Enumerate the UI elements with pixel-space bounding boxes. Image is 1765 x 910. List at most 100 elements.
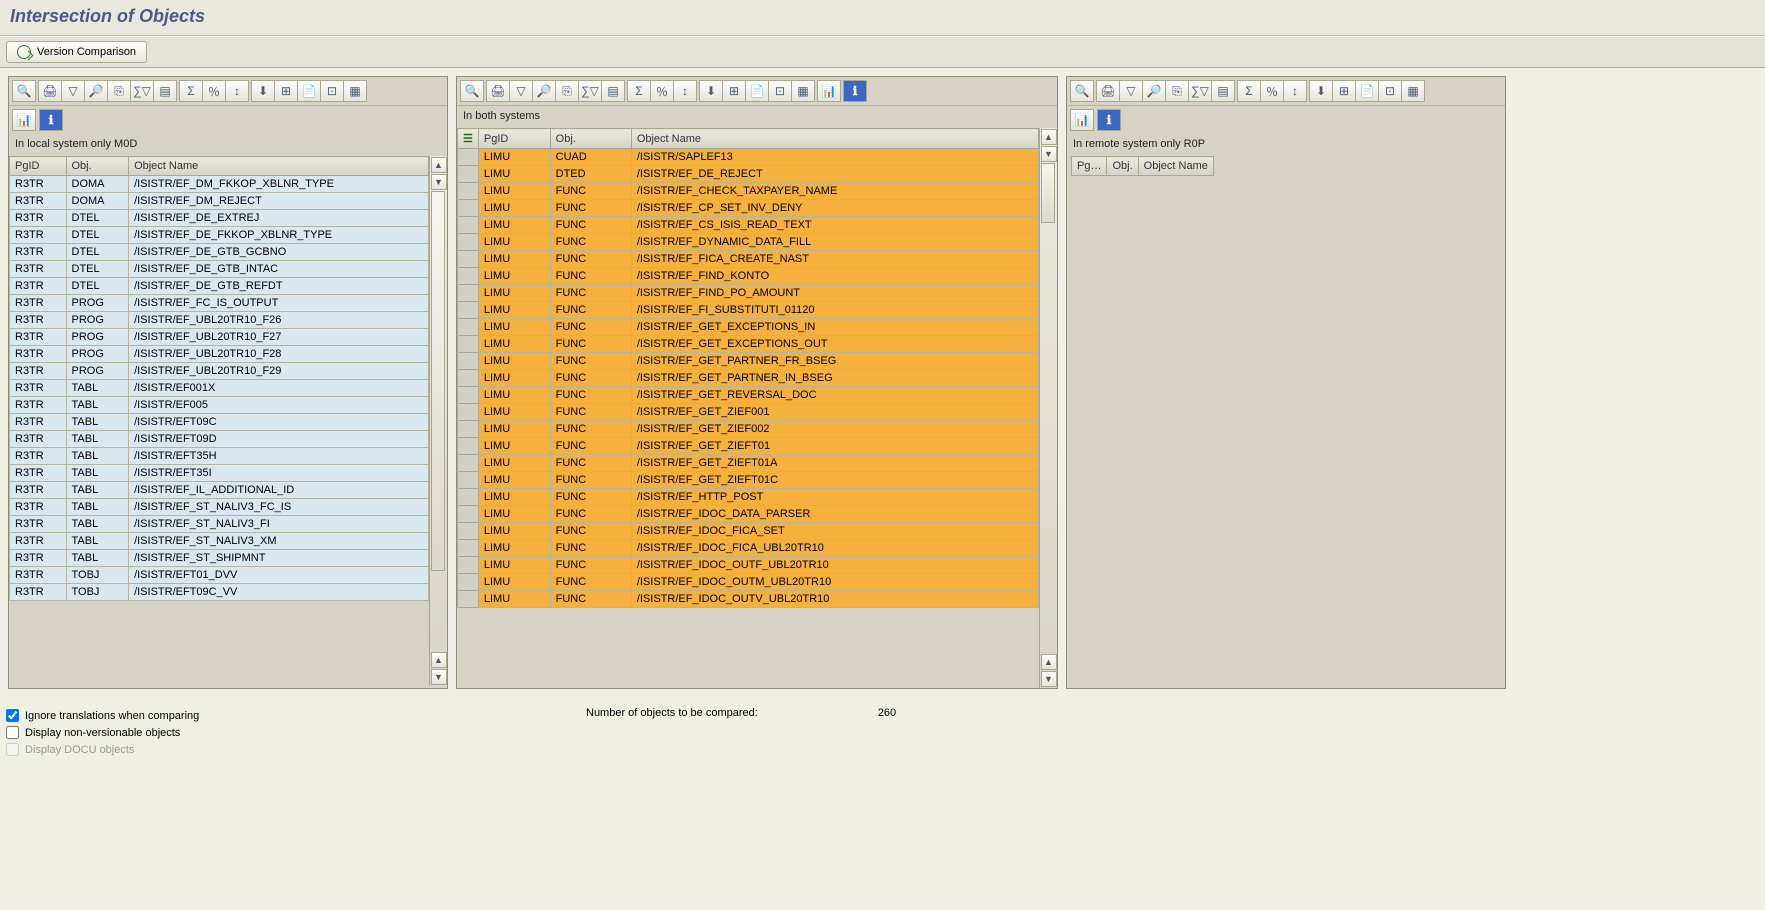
table-row[interactable]: R3TRTABL/ISISTR/EF_ST_NALIV3_FI: [10, 516, 429, 533]
row-selector[interactable]: [458, 404, 479, 421]
table-row[interactable]: R3TRDTEL/ISISTR/EF_DE_GTB_INTAC: [10, 261, 429, 278]
table-row[interactable]: LIMUFUNC/ISISTR/EF_FICA_CREATE_NAST: [458, 251, 1039, 268]
sum-icon[interactable]: Σ: [179, 80, 203, 102]
table-row[interactable]: R3TRDTEL/ISISTR/EF_DE_GTB_REFDT: [10, 278, 429, 295]
views-icon[interactable]: ⊡: [320, 80, 344, 102]
table-row[interactable]: LIMUDTED/ISISTR/EF_DE_REJECT: [458, 166, 1039, 183]
table-row[interactable]: LIMUFUNC/ISISTR/EF_CP_SET_INV_DENY: [458, 200, 1039, 217]
row-selector[interactable]: [458, 200, 479, 217]
scrollbar-both[interactable]: ▲ ▼ ▲ ▼: [1039, 128, 1057, 688]
table-row[interactable]: LIMUFUNC/ISISTR/EF_GET_ZIEF001: [458, 404, 1039, 421]
row-selector[interactable]: [458, 506, 479, 523]
row-selector[interactable]: [458, 523, 479, 540]
table-row[interactable]: R3TRPROG/ISISTR/EF_UBL20TR10_F27: [10, 329, 429, 346]
row-selector[interactable]: [458, 319, 479, 336]
table-row[interactable]: LIMUFUNC/ISISTR/EF_HTTP_POST: [458, 489, 1039, 506]
chart-icon[interactable]: 📊: [12, 109, 36, 131]
sum-icon[interactable]: Σ: [1237, 80, 1261, 102]
row-selector[interactable]: [458, 183, 479, 200]
table-row[interactable]: R3TRPROG/ISISTR/EF_UBL20TR10_F29: [10, 363, 429, 380]
table-row[interactable]: LIMUFUNC/ISISTR/EF_FI_SUBSTITUTI_01120: [458, 302, 1039, 319]
print-icon[interactable]: 🖨: [1096, 80, 1120, 102]
find-icon[interactable]: 🔎: [532, 80, 556, 102]
scroll-up-icon[interactable]: ▲: [431, 157, 447, 173]
row-selector[interactable]: [458, 285, 479, 302]
select-all-icon[interactable]: ☰: [463, 133, 473, 145]
subtotal-icon[interactable]: ％: [650, 80, 674, 102]
info-icon[interactable]: ℹ: [843, 80, 867, 102]
layout-icon[interactable]: ▤: [601, 80, 625, 102]
table-row[interactable]: LIMUFUNC/ISISTR/EF_GET_ZIEFT01A: [458, 455, 1039, 472]
scroll-down2-icon[interactable]: ▼: [1041, 671, 1057, 687]
table-row[interactable]: LIMUFUNC/ISISTR/EF_IDOC_OUTF_UBL20TR10: [458, 557, 1039, 574]
layout-icon[interactable]: ▤: [153, 80, 177, 102]
display-nonversionable-input[interactable]: [6, 726, 19, 739]
find-icon[interactable]: 🔎: [1142, 80, 1166, 102]
row-selector[interactable]: [458, 421, 479, 438]
col-pgid[interactable]: PgID: [10, 157, 67, 176]
table-row[interactable]: R3TRTOBJ/ISISTR/EFT09C_VV: [10, 584, 429, 601]
display-nonversionable-checkbox[interactable]: Display non-versionable objects: [6, 724, 526, 741]
scroll-thumb[interactable]: [1041, 163, 1055, 223]
table-row[interactable]: LIMUFUNC/ISISTR/EF_DYNAMIC_DATA_FILL: [458, 234, 1039, 251]
table-row[interactable]: R3TRDTEL/ISISTR/EF_DE_GTB_GCBNO: [10, 244, 429, 261]
info-icon[interactable]: ℹ: [39, 109, 63, 131]
row-selector[interactable]: [458, 251, 479, 268]
both-table[interactable]: ☰ PgID Obj. Object Name LIMUCUAD/ISISTR/…: [457, 128, 1039, 608]
details-icon[interactable]: 🔍: [1070, 80, 1094, 102]
export-icon[interactable]: ⬇: [699, 80, 723, 102]
sort-icon[interactable]: ↕: [673, 80, 697, 102]
table-row[interactable]: LIMUFUNC/ISISTR/EF_FIND_PO_AMOUNT: [458, 285, 1039, 302]
row-selector[interactable]: [458, 370, 479, 387]
scroll-up2-icon[interactable]: ▲: [431, 652, 447, 668]
row-selector[interactable]: [458, 353, 479, 370]
details-icon[interactable]: 🔍: [12, 80, 36, 102]
grid-icon[interactable]: ▦: [343, 80, 367, 102]
sort-icon[interactable]: ↕: [1283, 80, 1307, 102]
sum-icon[interactable]: Σ: [627, 80, 651, 102]
row-selector[interactable]: [458, 387, 479, 404]
table-row[interactable]: LIMUFUNC/ISISTR/EF_IDOC_FICA_SET: [458, 523, 1039, 540]
row-selector[interactable]: [458, 455, 479, 472]
find-icon[interactable]: 🔎: [84, 80, 108, 102]
row-selector[interactable]: [458, 149, 479, 166]
table-row[interactable]: R3TRDTEL/ISISTR/EF_DE_EXTREJ: [10, 210, 429, 227]
table-row[interactable]: LIMUFUNC/ISISTR/EF_IDOC_OUTM_UBL20TR10: [458, 574, 1039, 591]
table-row[interactable]: LIMUFUNC/ISISTR/EF_GET_ZIEFT01: [458, 438, 1039, 455]
scroll-down-icon[interactable]: ▼: [1041, 146, 1057, 162]
subtotal-icon[interactable]: ％: [202, 80, 226, 102]
row-selector[interactable]: [458, 336, 479, 353]
version-comparison-button[interactable]: Version Comparison: [6, 41, 147, 63]
scroll-down2-icon[interactable]: ▼: [431, 669, 447, 685]
table-row[interactable]: R3TRPROG/ISISTR/EF_UBL20TR10_F28: [10, 346, 429, 363]
table-row[interactable]: LIMUFUNC/ISISTR/EF_GET_ZIEFT01C: [458, 472, 1039, 489]
row-selector[interactable]: [458, 268, 479, 285]
scroll-down-icon[interactable]: ▼: [431, 174, 447, 190]
col-pgid[interactable]: PgID: [478, 129, 550, 149]
table-row[interactable]: LIMUCUAD/ISISTR/SAPLEF13: [458, 149, 1039, 166]
table-row[interactable]: R3TRTABL/ISISTR/EFT35I: [10, 465, 429, 482]
chart-icon[interactable]: 📊: [1070, 109, 1094, 131]
col-obj[interactable]: Obj.: [66, 157, 129, 176]
scroll-up-icon[interactable]: ▲: [1041, 129, 1057, 145]
table-row[interactable]: LIMUFUNC/ISISTR/EF_GET_EXCEPTIONS_OUT: [458, 336, 1039, 353]
set-filter-icon[interactable]: ∑▽: [1188, 80, 1212, 102]
export-word-icon[interactable]: 📄: [745, 80, 769, 102]
table-row[interactable]: LIMUFUNC/ISISTR/EF_IDOC_DATA_PARSER: [458, 506, 1039, 523]
table-row[interactable]: LIMUFUNC/ISISTR/EF_GET_REVERSAL_DOC: [458, 387, 1039, 404]
row-selector[interactable]: [458, 557, 479, 574]
row-selector[interactable]: [458, 472, 479, 489]
table-row[interactable]: LIMUFUNC/ISISTR/EF_GET_ZIEF002: [458, 421, 1039, 438]
chart-icon[interactable]: 📊: [817, 80, 841, 102]
table-row[interactable]: R3TRTABL/ISISTR/EF001X: [10, 380, 429, 397]
table-row[interactable]: R3TRTABL/ISISTR/EF_ST_NALIV3_XM: [10, 533, 429, 550]
table-row[interactable]: LIMUFUNC/ISISTR/EF_IDOC_OUTV_UBL20TR10: [458, 591, 1039, 608]
col-obj[interactable]: Obj.: [550, 129, 631, 149]
col-select[interactable]: ☰: [458, 129, 479, 149]
sort-icon[interactable]: ↕: [225, 80, 249, 102]
remote-table[interactable]: Pg… Obj. Object Name: [1071, 156, 1214, 176]
find-next-icon[interactable]: ⎘: [1165, 80, 1189, 102]
filter-icon[interactable]: ▽: [61, 80, 85, 102]
table-row[interactable]: R3TRTOBJ/ISISTR/EFT01_DVV: [10, 567, 429, 584]
row-selector[interactable]: [458, 438, 479, 455]
